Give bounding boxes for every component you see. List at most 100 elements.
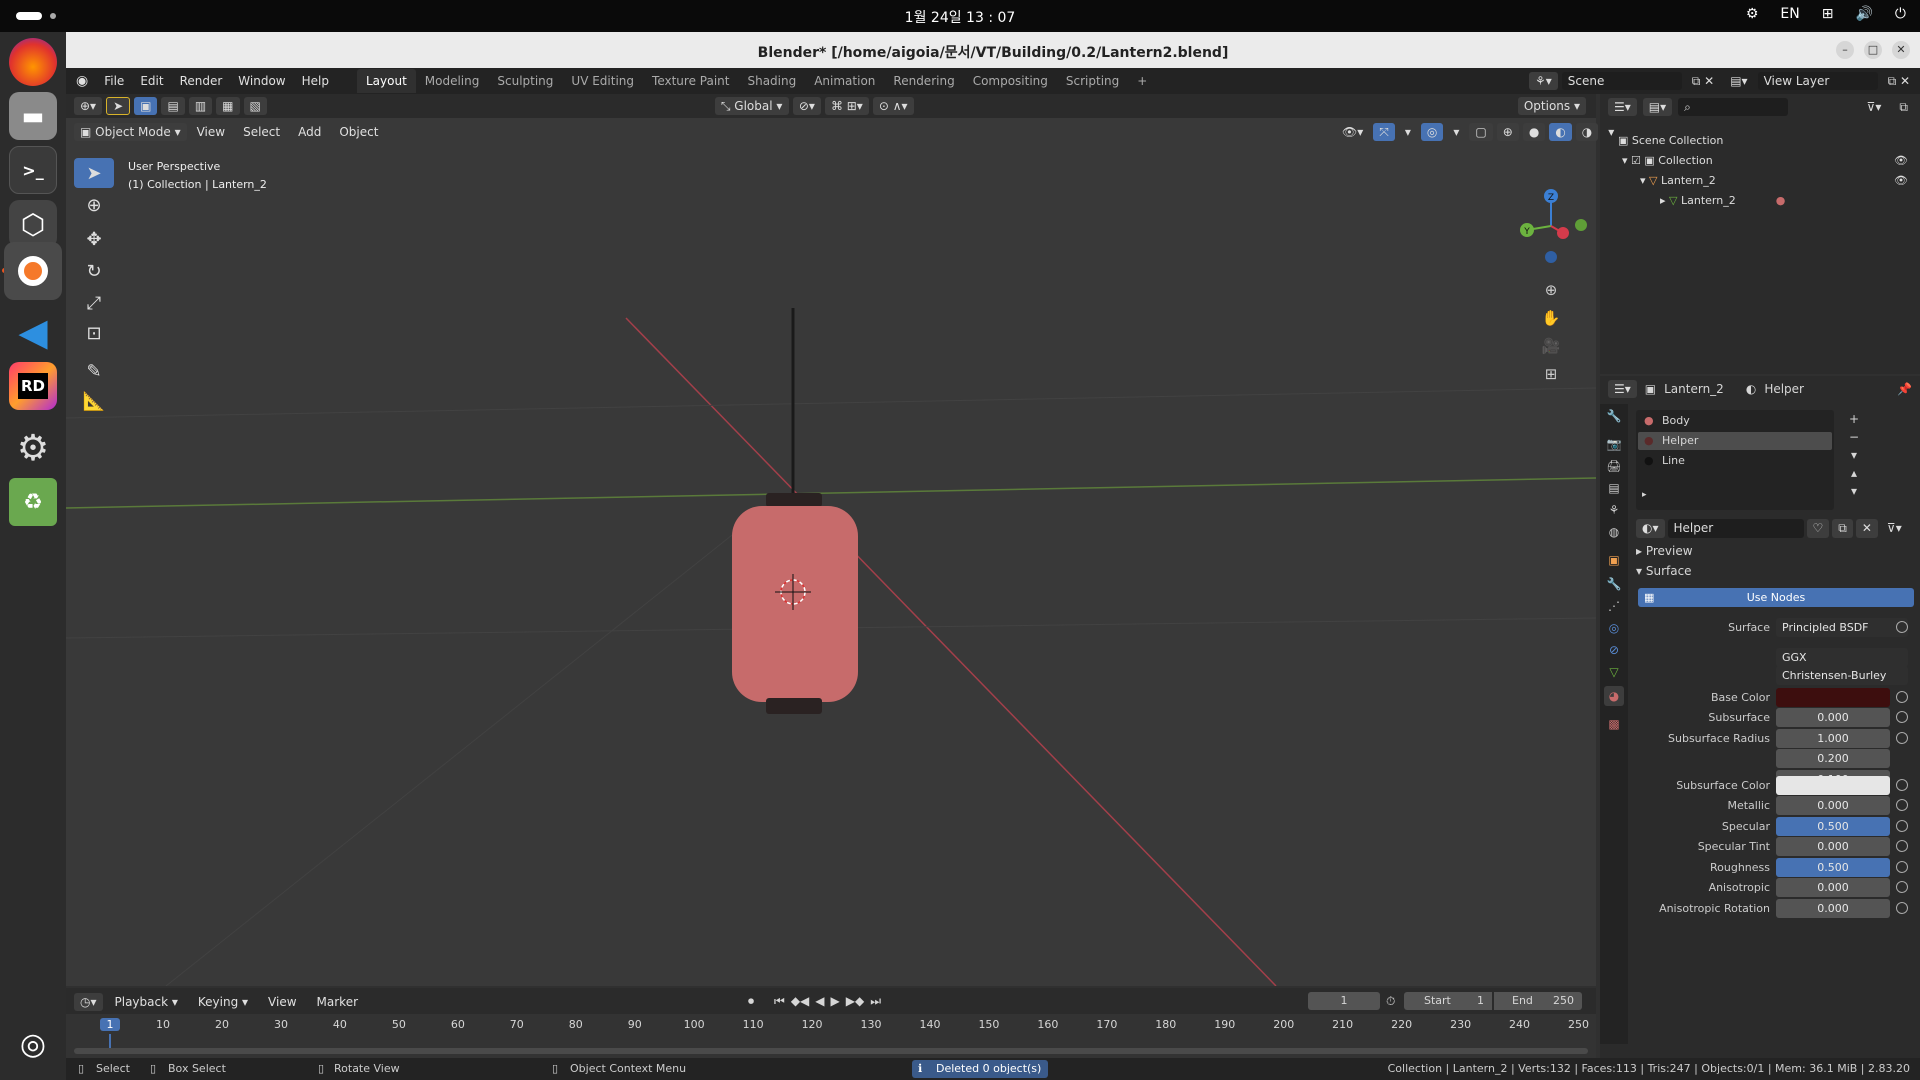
data-tab-icon[interactable]: ▽	[1604, 662, 1624, 682]
output-tab-icon[interactable]: 🖨	[1604, 456, 1624, 476]
transform-tool-icon[interactable]: ⊡	[74, 318, 114, 348]
tab-shading[interactable]: Shading	[738, 69, 805, 93]
volume-icon[interactable]: 🔊	[1855, 6, 1872, 22]
end-frame-field[interactable]: End 250	[1494, 992, 1582, 1010]
expand-object-icon[interactable]: ▾	[1640, 174, 1649, 187]
preview-panel-header[interactable]: ▸ Preview	[1636, 544, 1693, 558]
physics-tab-icon[interactable]: ◎	[1604, 618, 1624, 638]
transform-orientation-dropdown[interactable]: ⤡ Global ▾	[714, 97, 789, 115]
timeline-menu-playback[interactable]: Playback ▾	[107, 995, 186, 1009]
blender-logo-icon[interactable]: ◉	[66, 73, 96, 89]
visibility-icon[interactable]: 👁▾	[1336, 123, 1369, 141]
new-view-layer-icon[interactable]: ⧉ ✕	[1882, 72, 1916, 90]
property-value-field[interactable]: 0.000	[1776, 708, 1890, 727]
material-slot-body[interactable]: ● Body	[1638, 412, 1832, 430]
tab-layout[interactable]: Layout	[356, 69, 416, 93]
base-color-swatch[interactable]	[1776, 688, 1890, 707]
rider-icon[interactable]: RD	[9, 362, 57, 410]
socket-link-icon[interactable]	[1896, 901, 1908, 914]
render-tab-icon[interactable]: 📷	[1604, 434, 1624, 454]
socket-link-icon[interactable]	[1896, 881, 1908, 893]
move-slot-down-icon[interactable]: ▾	[1844, 482, 1864, 500]
outliner-scene-collection[interactable]: ▣ Scene Collection	[1600, 130, 1920, 150]
add-workspace-icon[interactable]: +	[1128, 69, 1156, 93]
prev-keyframe-icon[interactable]: ◆◀	[791, 994, 809, 1009]
timeline-editor-type-icon[interactable]: ◷▾	[74, 993, 103, 1011]
select-mode-extend-icon[interactable]: ▤	[161, 97, 185, 115]
shading-dropdown-icon[interactable]: ▾	[1602, 123, 1620, 141]
select-mode-subtract-icon[interactable]: ▥	[188, 97, 213, 115]
timeline-menu-view[interactable]: View	[260, 995, 304, 1009]
select-mode-intersect-icon[interactable]: ▧	[243, 97, 267, 115]
unlink-material-icon[interactable]: ✕	[1855, 518, 1878, 538]
cursor-tool-icon[interactable]: ⊕	[74, 190, 114, 220]
property-value-field[interactable]: 0.000	[1776, 796, 1890, 815]
gizmo-toggle-icon[interactable]: ⤧	[1373, 123, 1395, 141]
ortho-grid-icon[interactable]: ⊞	[1539, 362, 1563, 386]
world-tab-icon[interactable]: ◍	[1604, 522, 1624, 542]
expand-slot-icon[interactable]: ▸	[1642, 490, 1647, 500]
play-reverse-icon[interactable]: ◀	[815, 994, 824, 1009]
window-titlebar[interactable]: Blender* [/home/aigoia/문서/VT/Building/0.…	[66, 32, 1920, 68]
scale-tool-icon[interactable]: ⤢	[74, 288, 114, 318]
pin-icon[interactable]: 📌	[1897, 382, 1912, 396]
overlay-toggle-icon[interactable]: ◎	[1420, 123, 1444, 141]
tab-scripting[interactable]: Scripting	[1057, 69, 1128, 93]
outliner-editor-type-icon[interactable]: ☰▾	[1608, 98, 1637, 116]
object-tab-icon[interactable]: ▣	[1604, 550, 1624, 570]
jump-end-icon[interactable]: ⏭	[870, 994, 881, 1009]
wireframe-shading-icon[interactable]: ⊕	[1496, 123, 1519, 141]
annotate-tool-icon[interactable]: ✎	[74, 356, 114, 386]
viewport-menu-view[interactable]: View	[189, 125, 233, 139]
add-slot-icon[interactable]: +	[1844, 410, 1864, 428]
close-button[interactable]: ✕	[1892, 41, 1910, 59]
pivot-point-icon[interactable]: ⊘▾	[792, 97, 821, 115]
record-icon[interactable]: ⏺	[748, 994, 754, 1009]
menu-file[interactable]: File	[96, 74, 132, 88]
options-dropdown[interactable]: Options ▾	[1517, 97, 1586, 115]
viewport-menu-object[interactable]: Object	[331, 125, 386, 139]
constraints-tab-icon[interactable]: ⊘	[1604, 640, 1624, 660]
socket-link-icon[interactable]	[1896, 779, 1908, 791]
gizmo-dropdown-icon[interactable]: ▾	[1399, 123, 1417, 141]
material-tab-icon[interactable]: ◕	[1604, 686, 1624, 706]
filter-icon[interactable]: ⊽▾	[1861, 98, 1888, 116]
collection-checkbox[interactable]: ☑	[1631, 154, 1644, 167]
material-shading-icon[interactable]: ◐	[1549, 123, 1572, 141]
start-frame-field[interactable]: Start 1	[1404, 992, 1492, 1010]
move-slot-up-icon[interactable]: ▴	[1844, 464, 1864, 482]
property-value-field[interactable]: 0.000	[1776, 878, 1890, 897]
xray-icon[interactable]: ▢	[1469, 123, 1493, 141]
property-value-field[interactable]: 0.500	[1776, 816, 1890, 836]
scene-name[interactable]: Scene	[1561, 72, 1682, 90]
remove-slot-icon[interactable]: −	[1844, 428, 1864, 446]
files-icon[interactable]: ▬	[9, 92, 57, 140]
power-icon[interactable]: ⏻	[1895, 6, 1906, 22]
subsurface-color-swatch[interactable]	[1776, 776, 1890, 795]
property-value-field[interactable]: 0.500	[1776, 857, 1890, 877]
material-name-field[interactable]: Helper	[1667, 518, 1804, 538]
current-frame-field[interactable]: 1	[1308, 992, 1380, 1010]
surface-panel-header[interactable]: ▾ Surface	[1636, 564, 1692, 578]
socket-link-icon[interactable]	[1896, 860, 1908, 873]
outliner-collection[interactable]: ▾ ☑ ▣ Collection 👁	[1600, 150, 1920, 170]
preview-range-icon[interactable]: ⏱	[1386, 994, 1395, 1009]
select-box-tool-icon[interactable]: ➤	[74, 158, 114, 188]
outliner-search-input[interactable]: ⌕	[1678, 98, 1789, 116]
tab-rendering[interactable]: Rendering	[884, 69, 963, 93]
tab-uv-editing[interactable]: UV Editing	[562, 69, 643, 93]
timeline-scrollbar[interactable]	[74, 1048, 1588, 1054]
socket-link-icon[interactable]	[1896, 819, 1908, 832]
trash-icon[interactable]: ♻	[9, 478, 57, 526]
terminal-icon[interactable]: >_	[9, 146, 57, 194]
viewport-menu-select[interactable]: Select	[235, 125, 288, 139]
property-value-field[interactable]: 0.200	[1776, 749, 1890, 768]
keyboard-language[interactable]: EN	[1780, 6, 1799, 22]
viewport-menu-add[interactable]: Add	[290, 125, 329, 139]
blender-dock-icon[interactable]	[4, 242, 62, 300]
object-visibility-icon[interactable]: 👁	[1894, 174, 1908, 187]
modifiers-tab-icon[interactable]: 🔧	[1604, 574, 1624, 594]
unity-hub-icon[interactable]: ⬡	[9, 200, 57, 248]
timeline-menu-marker[interactable]: Marker	[309, 995, 366, 1009]
measure-tool-icon[interactable]: 📐	[74, 386, 114, 416]
